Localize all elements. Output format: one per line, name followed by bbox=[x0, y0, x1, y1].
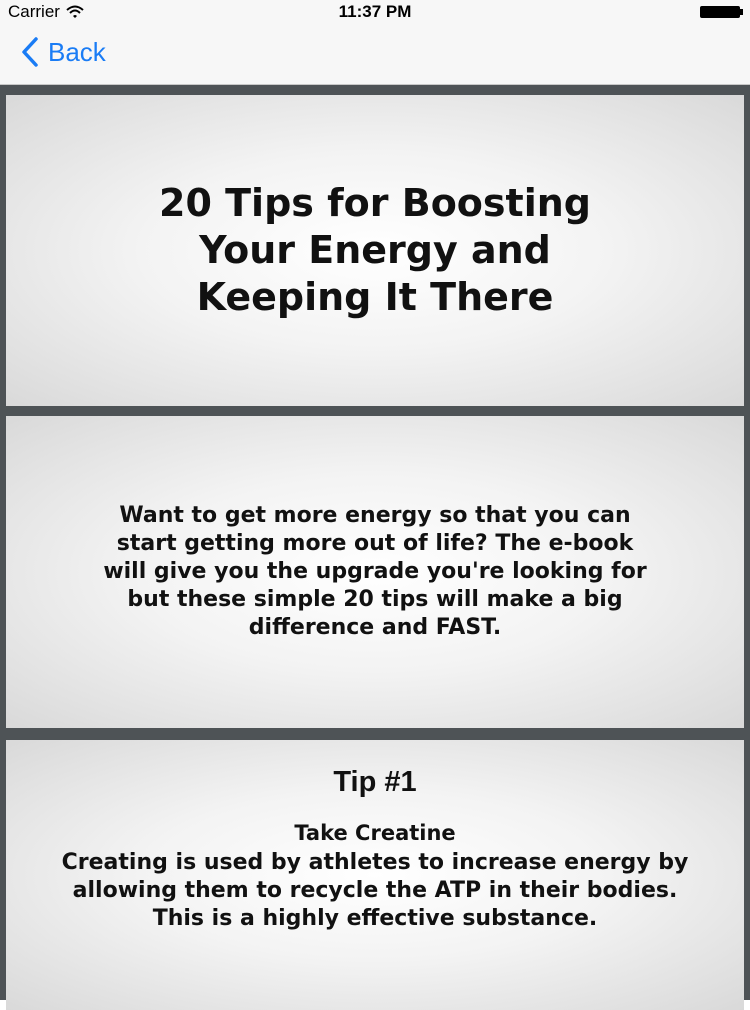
content-area[interactable]: 20 Tips for Boosting Your Energy and Kee… bbox=[0, 85, 750, 1010]
tip-heading: Take Creatine bbox=[294, 821, 456, 845]
intro-text: Want to get more energy so that you can … bbox=[103, 503, 647, 640]
tip-body: Creating is used by athletes to increase… bbox=[61, 850, 689, 931]
status-time: 11:37 PM bbox=[338, 2, 412, 21]
page-title: 20 Tips for Boosting Your Energy and Kee… bbox=[159, 181, 591, 319]
battery-icon bbox=[700, 6, 743, 18]
title-panel: 20 Tips for Boosting Your Energy and Kee… bbox=[6, 95, 744, 406]
back-button[interactable]: Back bbox=[20, 36, 106, 68]
tip-number: Tip #1 bbox=[333, 766, 417, 798]
status-bar: Carrier 11:37 PM bbox=[0, 0, 750, 24]
back-label: Back bbox=[48, 36, 106, 67]
tip-panel: Tip #1 Take Creatine Creating is used by… bbox=[6, 740, 744, 1010]
chevron-left-icon bbox=[22, 37, 38, 67]
intro-panel: Want to get more energy so that you can … bbox=[6, 416, 744, 728]
navigation-bar: Back bbox=[0, 24, 750, 85]
